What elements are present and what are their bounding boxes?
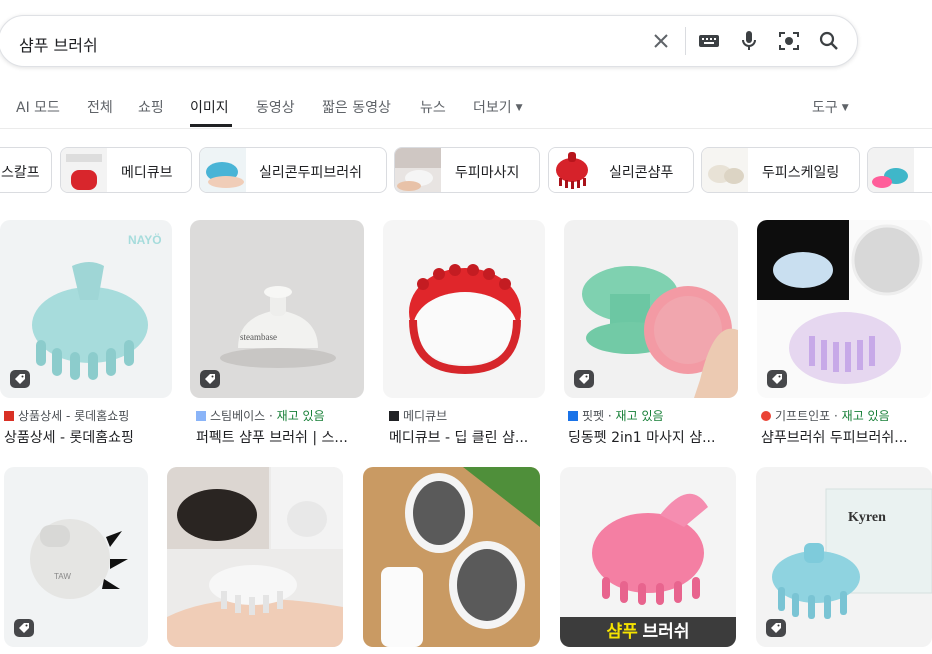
chip-thumbnail — [702, 148, 748, 192]
caret-down-icon: ▼ — [515, 103, 523, 113]
image-result-10[interactable]: Kyren — [756, 467, 932, 647]
shopping-tag-icon — [10, 370, 30, 388]
image-result-4[interactable]: 핏펫 · 재고 있음 딩동펫 2in1 마사지 샴... — [564, 220, 738, 450]
shopping-tag-icon — [767, 370, 787, 388]
tab-more[interactable]: 더보기 ▼ — [473, 97, 523, 117]
image-result-2[interactable]: steambase 스팀베이스 · 재고 있음 퍼펙트 샴푸 브러쉬 | 스..… — [190, 220, 364, 450]
image-result-7[interactable] — [167, 467, 343, 647]
camera-lens-icon[interactable] — [777, 29, 801, 53]
image-result-8[interactable] — [363, 467, 540, 647]
tab-shopping[interactable]: 쇼핑 — [138, 97, 164, 117]
caret-down-icon: ▼ — [841, 103, 849, 113]
tools-button[interactable]: 도구 ▼ — [812, 97, 849, 117]
favicon — [4, 411, 14, 421]
result-title[interactable]: 딩동펫 2in1 마사지 샴... — [568, 427, 715, 447]
microphone-icon[interactable] — [737, 29, 761, 53]
brand-watermark: TAW — [54, 572, 71, 581]
caption-text: 브러쉬 — [637, 622, 690, 641]
brand-watermark: NAYÖ — [128, 232, 162, 247]
search-icon[interactable] — [817, 29, 841, 53]
tab-more-label: 더보기 — [473, 100, 512, 116]
image-result-5[interactable]: 기프트인포 · 재고 있음 샴푸브러쉬 두피브러쉬... — [757, 220, 931, 450]
keyboard-icon[interactable] — [697, 29, 721, 53]
shopping-tag-icon — [574, 370, 594, 388]
brand-watermark: Kyren — [848, 510, 886, 525]
result-source[interactable]: 메디큐브 — [389, 407, 447, 424]
result-image — [363, 467, 540, 647]
result-title[interactable]: 상품상세 - 롯데홈쇼핑 — [4, 427, 134, 447]
chip-thumbnail — [395, 148, 441, 192]
result-image — [167, 467, 343, 647]
result-image — [757, 220, 931, 398]
favicon — [568, 411, 578, 421]
active-tab-indicator — [190, 124, 232, 127]
result-source[interactable]: 핏펫 · 재고 있음 — [568, 407, 664, 424]
result-title[interactable]: 샴푸브러쉬 두피브러쉬... — [761, 427, 908, 447]
chip-silicone-scalp-brush[interactable]: 실리콘두피브러쉬 — [199, 147, 387, 193]
shopping-tag-icon — [200, 370, 220, 388]
favicon — [196, 411, 206, 421]
image-result-9[interactable]: 샴푸 브러쉬 — [560, 467, 736, 647]
tab-news[interactable]: 뉴스 — [420, 97, 446, 117]
chip-thumbnail — [549, 148, 595, 192]
result-source[interactable]: 상품상세 - 롯데홈쇼핑 — [4, 407, 129, 424]
chip-label: 스칼프 — [1, 165, 40, 181]
result-image: 샴푸 브러쉬 — [560, 467, 736, 647]
result-image — [383, 220, 545, 398]
chip-thumbnail — [868, 148, 914, 192]
image-caption-banner: 샴푸 브러쉬 — [560, 617, 736, 647]
chip-label: 두피마사지 — [455, 165, 520, 181]
favicon — [761, 411, 771, 421]
chip-label: 실리콘두피브러쉬 — [259, 165, 363, 181]
chip-scalp-massage[interactable]: 두피마사지 — [394, 147, 540, 193]
result-title[interactable]: 퍼펙트 샴푸 브러쉬 | 스... — [196, 427, 348, 447]
stock-status: 재고 있음 — [276, 409, 325, 423]
search-input[interactable]: 샴푸 브러쉬 — [19, 32, 98, 56]
tab-images[interactable]: 이미지 — [190, 97, 229, 117]
chip-silicone-shampoo[interactable]: 실리콘샴푸 — [548, 147, 694, 193]
result-image: steambase — [190, 220, 364, 398]
shopping-tag-icon — [14, 619, 34, 637]
source-name: 메디큐브 — [403, 409, 448, 423]
chip-thumbnail — [61, 148, 107, 192]
chip-label: 실리콘샴푸 — [609, 165, 674, 181]
result-image: NAYÖ — [0, 220, 172, 398]
result-title[interactable]: 메디큐브 - 딥 클린 샴... — [389, 427, 528, 447]
chip-scalp-scaling[interactable]: 두피스케일링 — [701, 147, 860, 193]
tab-videos[interactable]: 동영상 — [256, 97, 295, 117]
image-result-1[interactable]: NAYÖ 상품상세 - 롯데홈쇼핑 상품상세 - 롯데홈쇼핑 — [0, 220, 172, 450]
result-image: TAW — [4, 467, 148, 647]
image-result-3[interactable]: 메디큐브 메디큐브 - 딥 클린 샴... — [383, 220, 545, 450]
stock-status: 재고 있음 — [841, 409, 890, 423]
divider — [685, 27, 686, 55]
chip-scalp[interactable]: 스칼프 — [0, 147, 52, 193]
chip-label: 메디큐브 — [121, 165, 173, 181]
chip-next[interactable] — [867, 147, 932, 193]
stock-status: 재고 있음 — [615, 409, 664, 423]
result-source[interactable]: 기프트인포 · 재고 있음 — [761, 407, 890, 424]
chip-thumbnail — [200, 148, 246, 192]
result-image — [564, 220, 738, 398]
source-name: 상품상세 - 롯데홈쇼핑 — [18, 409, 130, 423]
caption-highlight: 샴푸 — [606, 622, 638, 641]
brand-watermark: steambase — [240, 332, 277, 342]
chip-medicube[interactable]: 메디큐브 — [60, 147, 192, 193]
favicon — [389, 411, 399, 421]
tab-ai-mode[interactable]: AI 모드 — [16, 97, 60, 117]
source-name: 기프트인포 — [775, 409, 831, 423]
chip-label: 두피스케일링 — [762, 165, 840, 181]
search-tabs: AI 모드 전체 쇼핑 이미지 동영상 짧은 동영상 뉴스 더보기 ▼ 도구 ▼ — [0, 94, 932, 129]
shopping-tag-icon — [766, 619, 786, 637]
source-name: 핏펫 — [582, 409, 605, 423]
tools-label: 도구 — [812, 100, 838, 116]
tab-short-videos[interactable]: 짧은 동영상 — [322, 97, 391, 117]
search-box[interactable]: 샴푸 브러쉬 — [0, 15, 858, 67]
result-image: Kyren — [756, 467, 932, 647]
image-result-6[interactable]: TAW — [4, 467, 148, 647]
source-name: 스팀베이스 — [210, 409, 266, 423]
clear-icon[interactable] — [649, 29, 673, 53]
result-source[interactable]: 스팀베이스 · 재고 있음 — [196, 407, 325, 424]
tab-all[interactable]: 전체 — [87, 97, 113, 117]
